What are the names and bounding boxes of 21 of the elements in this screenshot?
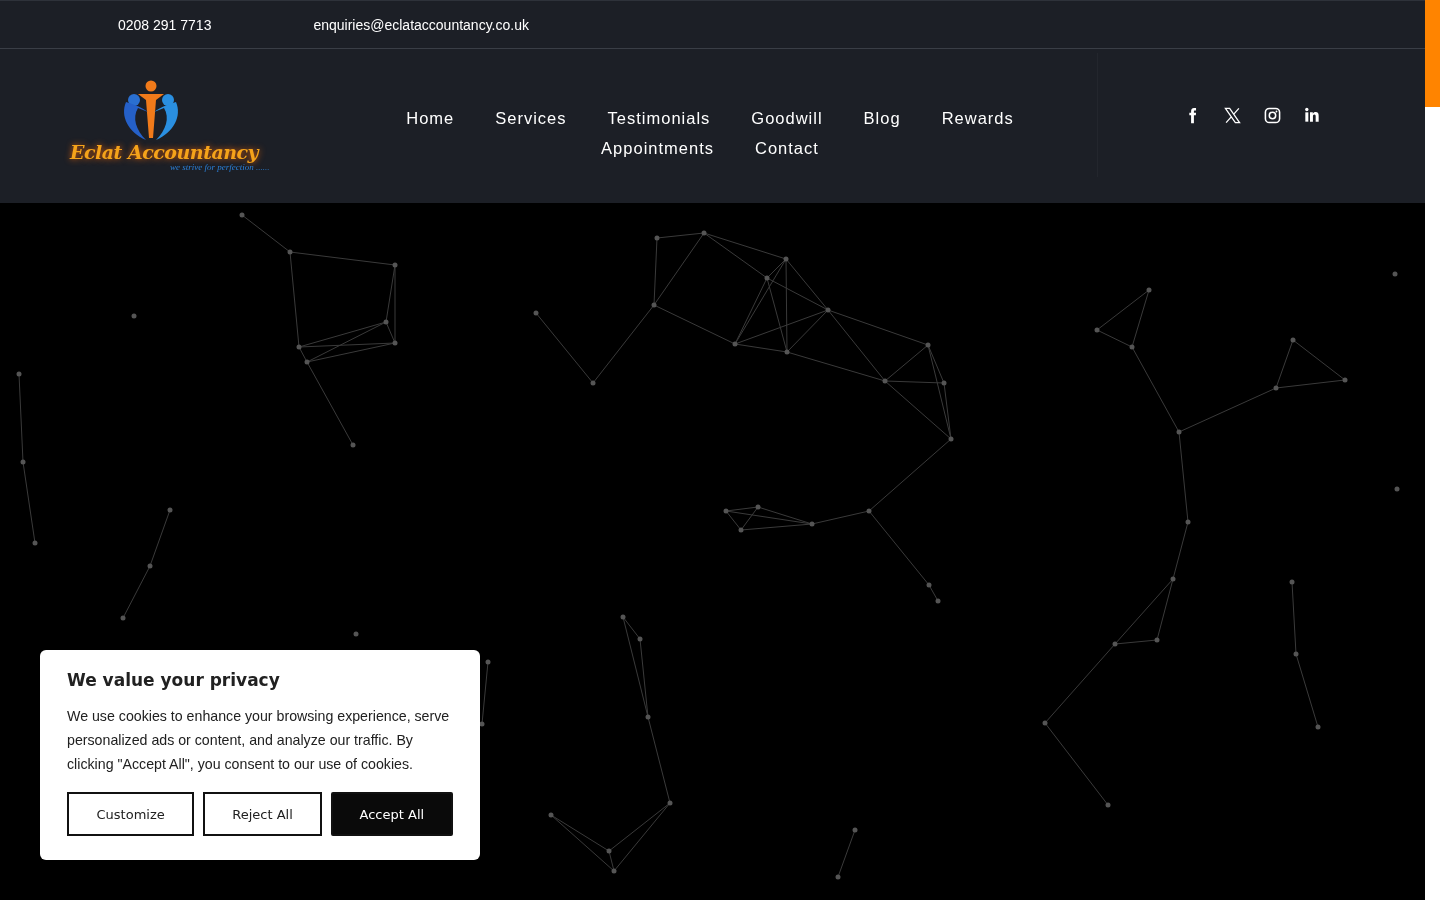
phone-number[interactable]: 0208 291 7713 xyxy=(118,16,212,33)
x-icon[interactable] xyxy=(1224,106,1241,124)
instagram-icon[interactable] xyxy=(1264,106,1281,124)
scrollbar[interactable] xyxy=(1425,0,1440,900)
email-link[interactable]: enquiries@eclataccountancy.co.uk xyxy=(313,16,529,33)
nav-link[interactable]: Rewards xyxy=(941,108,1014,128)
nav-link[interactable]: Services xyxy=(495,108,567,128)
nav-link[interactable]: Contact xyxy=(755,138,819,158)
nav-link[interactable]: Home xyxy=(406,108,455,128)
scrollbar-thumb[interactable] xyxy=(1425,0,1440,107)
cookie-text: We use cookies to enhance your browsing experience, serve personalized ads or content, and analyze our traffic. By clicking "Accept All", you consent to our use of cookies. xyxy=(67,707,451,774)
nav-link[interactable]: Goodwill xyxy=(751,108,823,128)
nav-link[interactable]: Testimonials xyxy=(607,108,711,128)
accept-button[interactable]: Accept All xyxy=(330,792,453,836)
nav-link[interactable]: Blog xyxy=(863,108,901,128)
cookie-button[interactable]: Reject All xyxy=(203,792,322,836)
nav-link[interactable]: Appointments xyxy=(601,138,714,158)
logo[interactable]: Eclat Accountancy we strive for perfection ...... xyxy=(70,75,280,177)
linkedin-icon[interactable] xyxy=(1304,107,1320,123)
cookie-title: We value your privacy xyxy=(67,670,281,690)
cookie-button[interactable]: Customize xyxy=(67,792,195,836)
